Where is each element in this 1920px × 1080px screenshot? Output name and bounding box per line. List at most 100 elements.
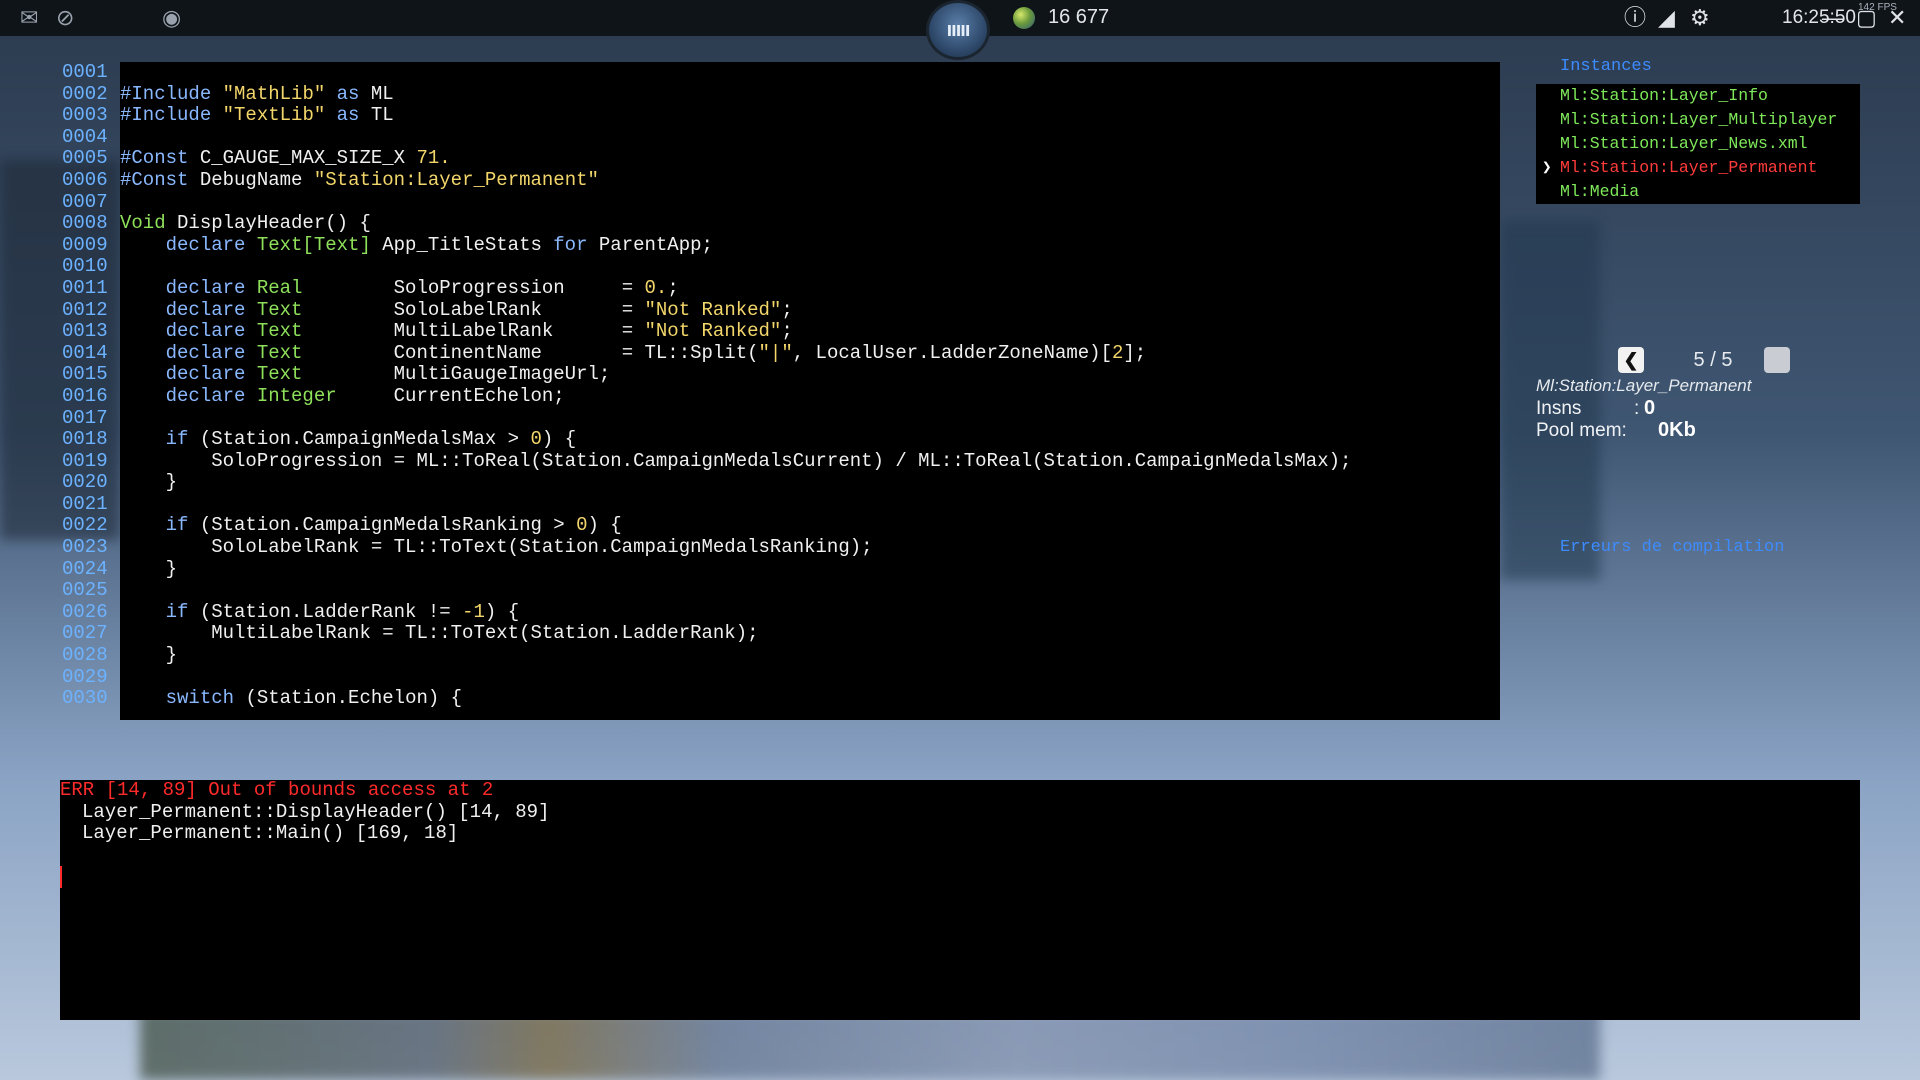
code-line: }: [120, 471, 178, 494]
line-number: 0010: [62, 255, 108, 278]
instance-item[interactable]: Ml:Station:Layer_News.xml: [1560, 132, 1808, 156]
code-line: declare Text SoloLabelRank = "Not Ranked…: [165, 298, 793, 321]
code-line: declare Text MultiLabelRank = "Not Ranke…: [165, 320, 793, 343]
line-number: 0005: [62, 147, 108, 170]
text-caret: [60, 866, 62, 888]
line-numbers: 0001 0002 0003 0004 0005 0006 0007 0008 …: [62, 61, 120, 710]
line-number: 0004: [62, 125, 108, 148]
fps-counter: 142 FPS: [1858, 2, 1897, 13]
planets-icon: [1013, 7, 1035, 29]
line-number: 0011: [62, 276, 108, 299]
line-number: 0030: [62, 687, 108, 710]
code-line: declare Real SoloProgression = 0.;: [165, 276, 679, 299]
line-number: 0017: [62, 406, 108, 429]
instances-list: Ml:Station:Layer_Info Ml:Station:Layer_M…: [1536, 84, 1860, 204]
line-number: 0023: [62, 536, 108, 559]
instance-name: Ml:Station:Layer_Permanent: [1536, 376, 1752, 395]
line-number: 0016: [62, 384, 108, 407]
planets-count: 16 677: [1048, 6, 1110, 28]
code-line: declare Text[Text] App_TitleStats for Pa…: [165, 233, 713, 256]
line-number: 0020: [62, 471, 108, 494]
code-line: switch (Station.Echelon) {: [165, 687, 463, 710]
error-message: ERR [14, 89] Out of bounds access at 2: [60, 779, 494, 801]
line-number: 0014: [62, 341, 108, 364]
code-line: SoloProgression = ML::ToReal(Station.Cam…: [120, 449, 1352, 472]
line-number: 0001: [62, 61, 108, 83]
code-line: if (Station.CampaignMedalsMax > 0) {: [165, 428, 577, 451]
insns-value: 0: [1644, 397, 1656, 419]
insns-label: Insns: [1536, 398, 1582, 419]
line-number: 0009: [62, 233, 108, 256]
compass-icon[interactable]: ◉: [162, 6, 181, 30]
line-number: 0028: [62, 644, 108, 667]
code-line: }: [120, 644, 178, 667]
line-number: 0015: [62, 363, 108, 386]
code-line: #Const DebugName "Station:Layer_Permanen…: [120, 168, 599, 191]
stack-trace-line: Layer_Permanent::Main() [169, 18]: [82, 822, 459, 845]
pool-mem-value: 0Kb: [1658, 419, 1696, 441]
clock: 16:25:50: [1782, 7, 1856, 28]
code-line: }: [120, 557, 178, 580]
line-number: 0022: [62, 514, 108, 537]
line-number: 0018: [62, 428, 108, 451]
code-editor[interactable]: #Include "MathLib" as ML #Include "TextLi…: [120, 62, 1500, 720]
selected-arrow-icon: ❯: [1542, 159, 1552, 177]
prev-page-button[interactable]: ❮: [1618, 347, 1644, 373]
line-number: 0029: [62, 665, 108, 688]
page-indicator: 5 / 5: [1693, 349, 1733, 371]
chat-icon[interactable]: ✉: [20, 6, 38, 30]
instance-item[interactable]: Ml:Media: [1560, 180, 1639, 204]
code-line: #Include "MathLib" as ML: [120, 82, 394, 105]
background-thumbnails: [140, 1010, 1600, 1080]
info-icon[interactable]: ⓘ: [1624, 6, 1646, 30]
compile-errors-link[interactable]: Erreurs de compilation: [1560, 538, 1784, 557]
code-line: if (Station.CampaignMedalsRanking > 0) {: [165, 514, 622, 537]
stack-trace-line: Layer_Permanent::DisplayHeader() [14, 89…: [82, 800, 550, 823]
line-number: 0026: [62, 600, 108, 623]
pool-mem-label: Pool mem:: [1536, 420, 1627, 441]
code-line: declare Integer CurrentEchelon;: [165, 384, 565, 407]
line-number: 0019: [62, 449, 108, 472]
code-line: #Const C_GAUGE_MAX_SIZE_X 71.: [120, 147, 451, 170]
line-number: 0025: [62, 579, 108, 602]
line-number: 0002: [62, 82, 108, 105]
maniaplanet-logo[interactable]: ııııı: [926, 0, 990, 60]
instance-item[interactable]: Ml:Station:Layer_Info: [1560, 84, 1768, 108]
instance-item[interactable]: Ml:Station:Layer_Multiplayer: [1560, 108, 1837, 132]
block-icon[interactable]: ⊘: [56, 6, 74, 30]
line-number: 0013: [62, 320, 108, 343]
logo-text: ııııı: [946, 18, 971, 41]
gear-icon[interactable]: ⚙: [1690, 6, 1710, 30]
code-line: declare Text ContinentName = TL::Split("…: [165, 341, 1147, 364]
code-line: Void DisplayHeader() {: [120, 212, 371, 235]
code-line: #Include "TextLib" as TL: [120, 104, 394, 127]
instances-title: Instances: [1560, 57, 1652, 76]
minimize-icon[interactable]: —: [1822, 6, 1844, 30]
line-number: 0003: [62, 104, 108, 127]
line-number: 0007: [62, 190, 108, 213]
code-line: declare Text MultiGaugeImageUrl;: [165, 363, 611, 386]
next-page-button[interactable]: [1764, 347, 1790, 373]
line-number: 0027: [62, 622, 108, 645]
code-line: SoloLabelRank = TL::ToText(Station.Campa…: [120, 536, 873, 559]
top-bar: ✉ ⊘ ◉ ııııı 16 677 ⓘ ◢ ⚙ 16:25:50 — ▢ ✕ …: [0, 0, 1920, 60]
insns-separator: :: [1634, 398, 1640, 419]
line-number: 0012: [62, 298, 108, 321]
speaker-icon[interactable]: ◢: [1658, 6, 1675, 30]
error-console[interactable]: ERR [14, 89] Out of bounds access at 2 L…: [60, 779, 1860, 1020]
code-line: if (Station.LadderRank != -1) {: [165, 600, 520, 623]
line-number: 0021: [62, 492, 108, 515]
line-number: 0024: [62, 557, 108, 580]
line-number: 0006: [62, 168, 108, 191]
line-number: 0008: [62, 212, 108, 235]
instance-item-selected[interactable]: Ml:Station:Layer_Permanent: [1560, 156, 1817, 180]
code-line: MultiLabelRank = TL::ToText(Station.Ladd…: [120, 622, 759, 645]
